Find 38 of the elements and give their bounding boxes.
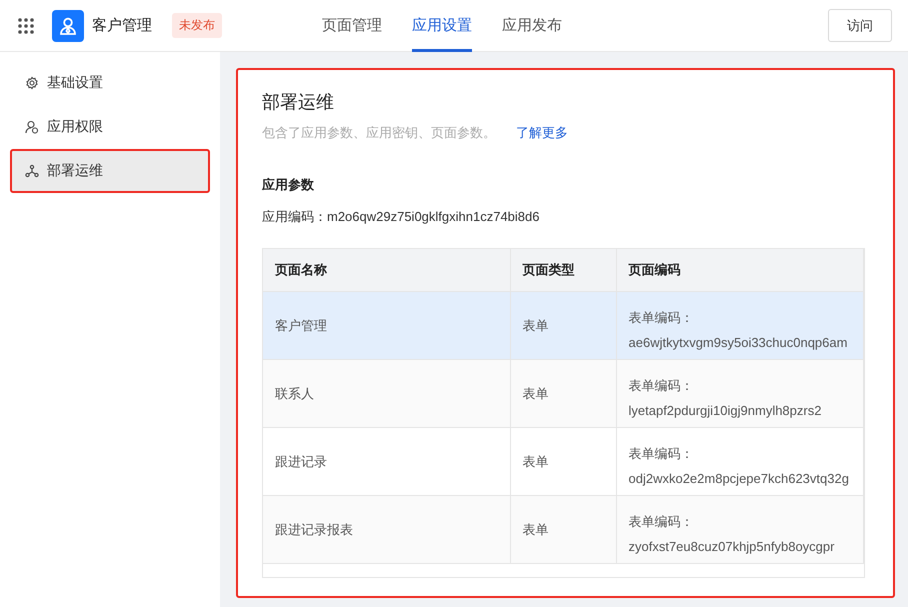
table-cell: 表单 xyxy=(510,428,616,496)
panel-title: 部署运维 xyxy=(262,91,335,114)
code-label: 表单编码： xyxy=(628,513,694,531)
table-cell: 跟进记录 xyxy=(263,428,510,496)
nav-tab[interactable]: 应用发布 xyxy=(502,0,562,52)
table-cell: 客户管理 xyxy=(263,292,510,360)
user-icon xyxy=(25,120,39,134)
apps-grid-icon[interactable] xyxy=(18,18,34,34)
column-header: 页面名称 xyxy=(263,249,510,292)
page-code: ae6wjtkytxvgm9sy5oi33chuc0nqp6am xyxy=(628,335,848,350)
nav-tab[interactable]: 页面管理 xyxy=(322,0,382,52)
app-logo xyxy=(52,10,84,42)
table-cell: 表单 xyxy=(510,360,616,428)
code-label: 表单编码： xyxy=(628,445,694,463)
column-header: 页面编码 xyxy=(616,249,864,292)
table-cell: 表单 xyxy=(510,292,616,360)
table-cell: 跟进记录报表 xyxy=(263,496,510,564)
column-header: 页面类型 xyxy=(510,249,616,292)
sidebar-item[interactable]: 部署运维 xyxy=(10,149,210,193)
nodes-icon xyxy=(25,164,39,178)
app-name: 客户管理 xyxy=(92,16,152,35)
code-label: 表单编码： xyxy=(628,309,694,327)
learn-more-link[interactable]: 了解更多 xyxy=(516,124,568,142)
sidebar-item[interactable]: 应用权限 xyxy=(10,105,210,149)
nav-tab[interactable]: 应用设置 xyxy=(412,0,472,52)
page-code: zyofxst7eu8cuz07khjp5nfyb8oycgpr xyxy=(628,539,836,554)
page-code: lyetapf2pdurgji10igj9nmylh8pzrs2 xyxy=(628,403,822,418)
settings-icon xyxy=(25,76,39,90)
status-badge: 未发布 xyxy=(172,13,222,38)
table-cell: 表单 xyxy=(510,496,616,564)
app-code-text: 应用编码：m2o6qw29z75i0gklfgxihn1cz74bi8d6 xyxy=(262,208,540,226)
panel-description: 包含了应用参数、应用密钥、页面参数。 xyxy=(262,124,496,142)
section-title: 应用参数 xyxy=(262,176,315,194)
sidebar-item[interactable]: 基础设置 xyxy=(10,61,210,105)
table-cell: 联系人 xyxy=(263,360,510,428)
page-code: odj2wxko2e2m8pcjepe7kch623vtq32g xyxy=(628,471,850,486)
code-label: 表单编码： xyxy=(628,377,694,395)
visit-button[interactable]: 访问 xyxy=(828,9,892,42)
